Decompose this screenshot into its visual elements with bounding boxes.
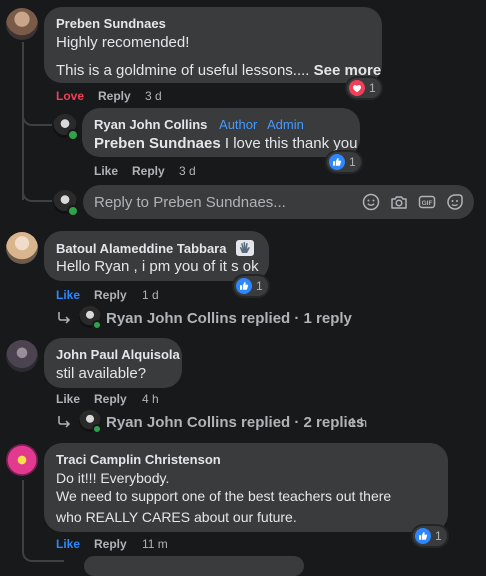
reply-button[interactable]: Reply bbox=[94, 392, 127, 406]
comment-text-line: Do it!!! Everybody. bbox=[56, 470, 170, 486]
thread-connector bbox=[22, 104, 52, 126]
reaction-summary[interactable]: 1 bbox=[234, 276, 268, 296]
reply-arrow-icon bbox=[58, 312, 71, 324]
admin-badge: Admin bbox=[266, 117, 304, 132]
replies-timestamp: 1 h bbox=[349, 415, 368, 430]
reply-arrow-icon bbox=[58, 416, 71, 428]
reply-bubble: Ryan John Collins Author Admin Preben Su… bbox=[82, 108, 360, 157]
reaction-count: 1 bbox=[435, 529, 442, 543]
comment-author[interactable]: Preben Sundnaes bbox=[56, 16, 166, 31]
like-reaction-icon bbox=[329, 154, 345, 170]
comment-bubble: John Paul Alquisola stil available? bbox=[44, 338, 182, 388]
like-reaction-icon bbox=[236, 278, 252, 294]
timestamp[interactable]: 3 d bbox=[145, 89, 162, 103]
reaction-summary[interactable]: 1 bbox=[347, 78, 381, 98]
like-button[interactable]: Like bbox=[56, 392, 80, 406]
reply-text-body: I love this thank you bbox=[224, 135, 358, 152]
gif-icon[interactable]: GIF bbox=[418, 193, 436, 211]
online-indicator bbox=[92, 320, 102, 330]
reply-text: Preben Sundnaes I love this thank you bbox=[94, 135, 357, 152]
reply-button[interactable]: Reply bbox=[98, 89, 131, 103]
comment-author-name[interactable]: Batoul Alameddine Tabbara bbox=[56, 241, 226, 256]
comment-author[interactable]: Traci Camplin Christenson bbox=[56, 452, 221, 467]
timestamp[interactable]: 3 d bbox=[179, 164, 196, 178]
thread-connector bbox=[22, 180, 52, 202]
emoji-icon[interactable] bbox=[362, 193, 380, 211]
reply-input[interactable]: Reply to Preben Sundnaes... bbox=[94, 194, 286, 211]
svg-text:GIF: GIF bbox=[422, 200, 433, 207]
timestamp[interactable]: 4 h bbox=[142, 392, 159, 406]
see-more-link[interactable]: See more bbox=[314, 62, 382, 79]
comment-text-line: We need to support one of the best teach… bbox=[56, 488, 392, 504]
author-badge: Author bbox=[219, 117, 258, 132]
avatar[interactable] bbox=[6, 8, 38, 40]
reply-input-box[interactable]: Reply to Preben Sundnaes... GIF bbox=[83, 185, 474, 219]
comment-author: Batoul Alameddine Tabbara bbox=[56, 240, 255, 256]
comment-bubble: Batoul Alameddine Tabbara Hello Ryan , i… bbox=[44, 231, 269, 281]
love-button[interactable]: Love bbox=[56, 89, 84, 103]
mention-link[interactable]: Preben Sundnaes bbox=[94, 135, 221, 152]
reply-button[interactable]: Reply bbox=[132, 164, 165, 178]
comment-text: Hello Ryan , i pm you of it s ok bbox=[56, 258, 259, 275]
online-indicator bbox=[67, 205, 79, 217]
reaction-count: 1 bbox=[349, 155, 356, 169]
comment-bubble: Preben Sundnaes Highly recomended! This … bbox=[44, 7, 382, 83]
thread-connector bbox=[22, 480, 64, 562]
view-replies-link[interactable]: Ryan John Collins replied · 1 reply bbox=[106, 310, 352, 327]
reaction-count: 1 bbox=[369, 81, 376, 95]
online-indicator bbox=[92, 424, 102, 434]
avatar[interactable] bbox=[6, 444, 38, 476]
online-indicator bbox=[67, 129, 79, 141]
love-reaction-icon bbox=[349, 80, 365, 96]
timestamp[interactable]: 11 m bbox=[142, 537, 168, 551]
reply-button[interactable]: Reply bbox=[94, 537, 127, 551]
reply-button[interactable]: Reply bbox=[94, 288, 127, 302]
avatar[interactable] bbox=[6, 340, 38, 372]
comment-text: Highly recomended! bbox=[56, 34, 190, 51]
reaction-summary[interactable]: 1 bbox=[413, 526, 447, 546]
comment-text: This is a goldmine of useful lessons....… bbox=[56, 62, 381, 79]
reaction-summary[interactable]: 1 bbox=[327, 152, 361, 172]
comment-text-body: This is a goldmine of useful lessons.... bbox=[56, 62, 310, 79]
next-reply-bubble-partial bbox=[84, 556, 304, 576]
like-button[interactable]: Like bbox=[94, 164, 118, 178]
like-button[interactable]: Like bbox=[56, 288, 80, 302]
wave-icon bbox=[236, 240, 255, 256]
comment-author[interactable]: John Paul Alquisola bbox=[56, 347, 180, 362]
reaction-count: 1 bbox=[256, 279, 263, 293]
comment-bubble: Traci Camplin Christenson Do it!!! Every… bbox=[44, 443, 448, 532]
reply-author[interactable]: Ryan John Collins bbox=[94, 117, 207, 132]
timestamp[interactable]: 1 d bbox=[142, 288, 159, 302]
camera-icon[interactable] bbox=[390, 193, 408, 211]
comment-text: stil available? bbox=[56, 365, 147, 382]
avatar[interactable] bbox=[6, 232, 38, 264]
reply-author-row: Ryan John Collins Author Admin bbox=[94, 117, 304, 132]
like-reaction-icon bbox=[415, 528, 431, 544]
sticker-icon[interactable] bbox=[446, 193, 464, 211]
view-replies-link[interactable]: Ryan John Collins replied · 2 replies bbox=[106, 414, 364, 431]
comment-text-line: who REALLY CARES about our future. bbox=[56, 509, 297, 525]
